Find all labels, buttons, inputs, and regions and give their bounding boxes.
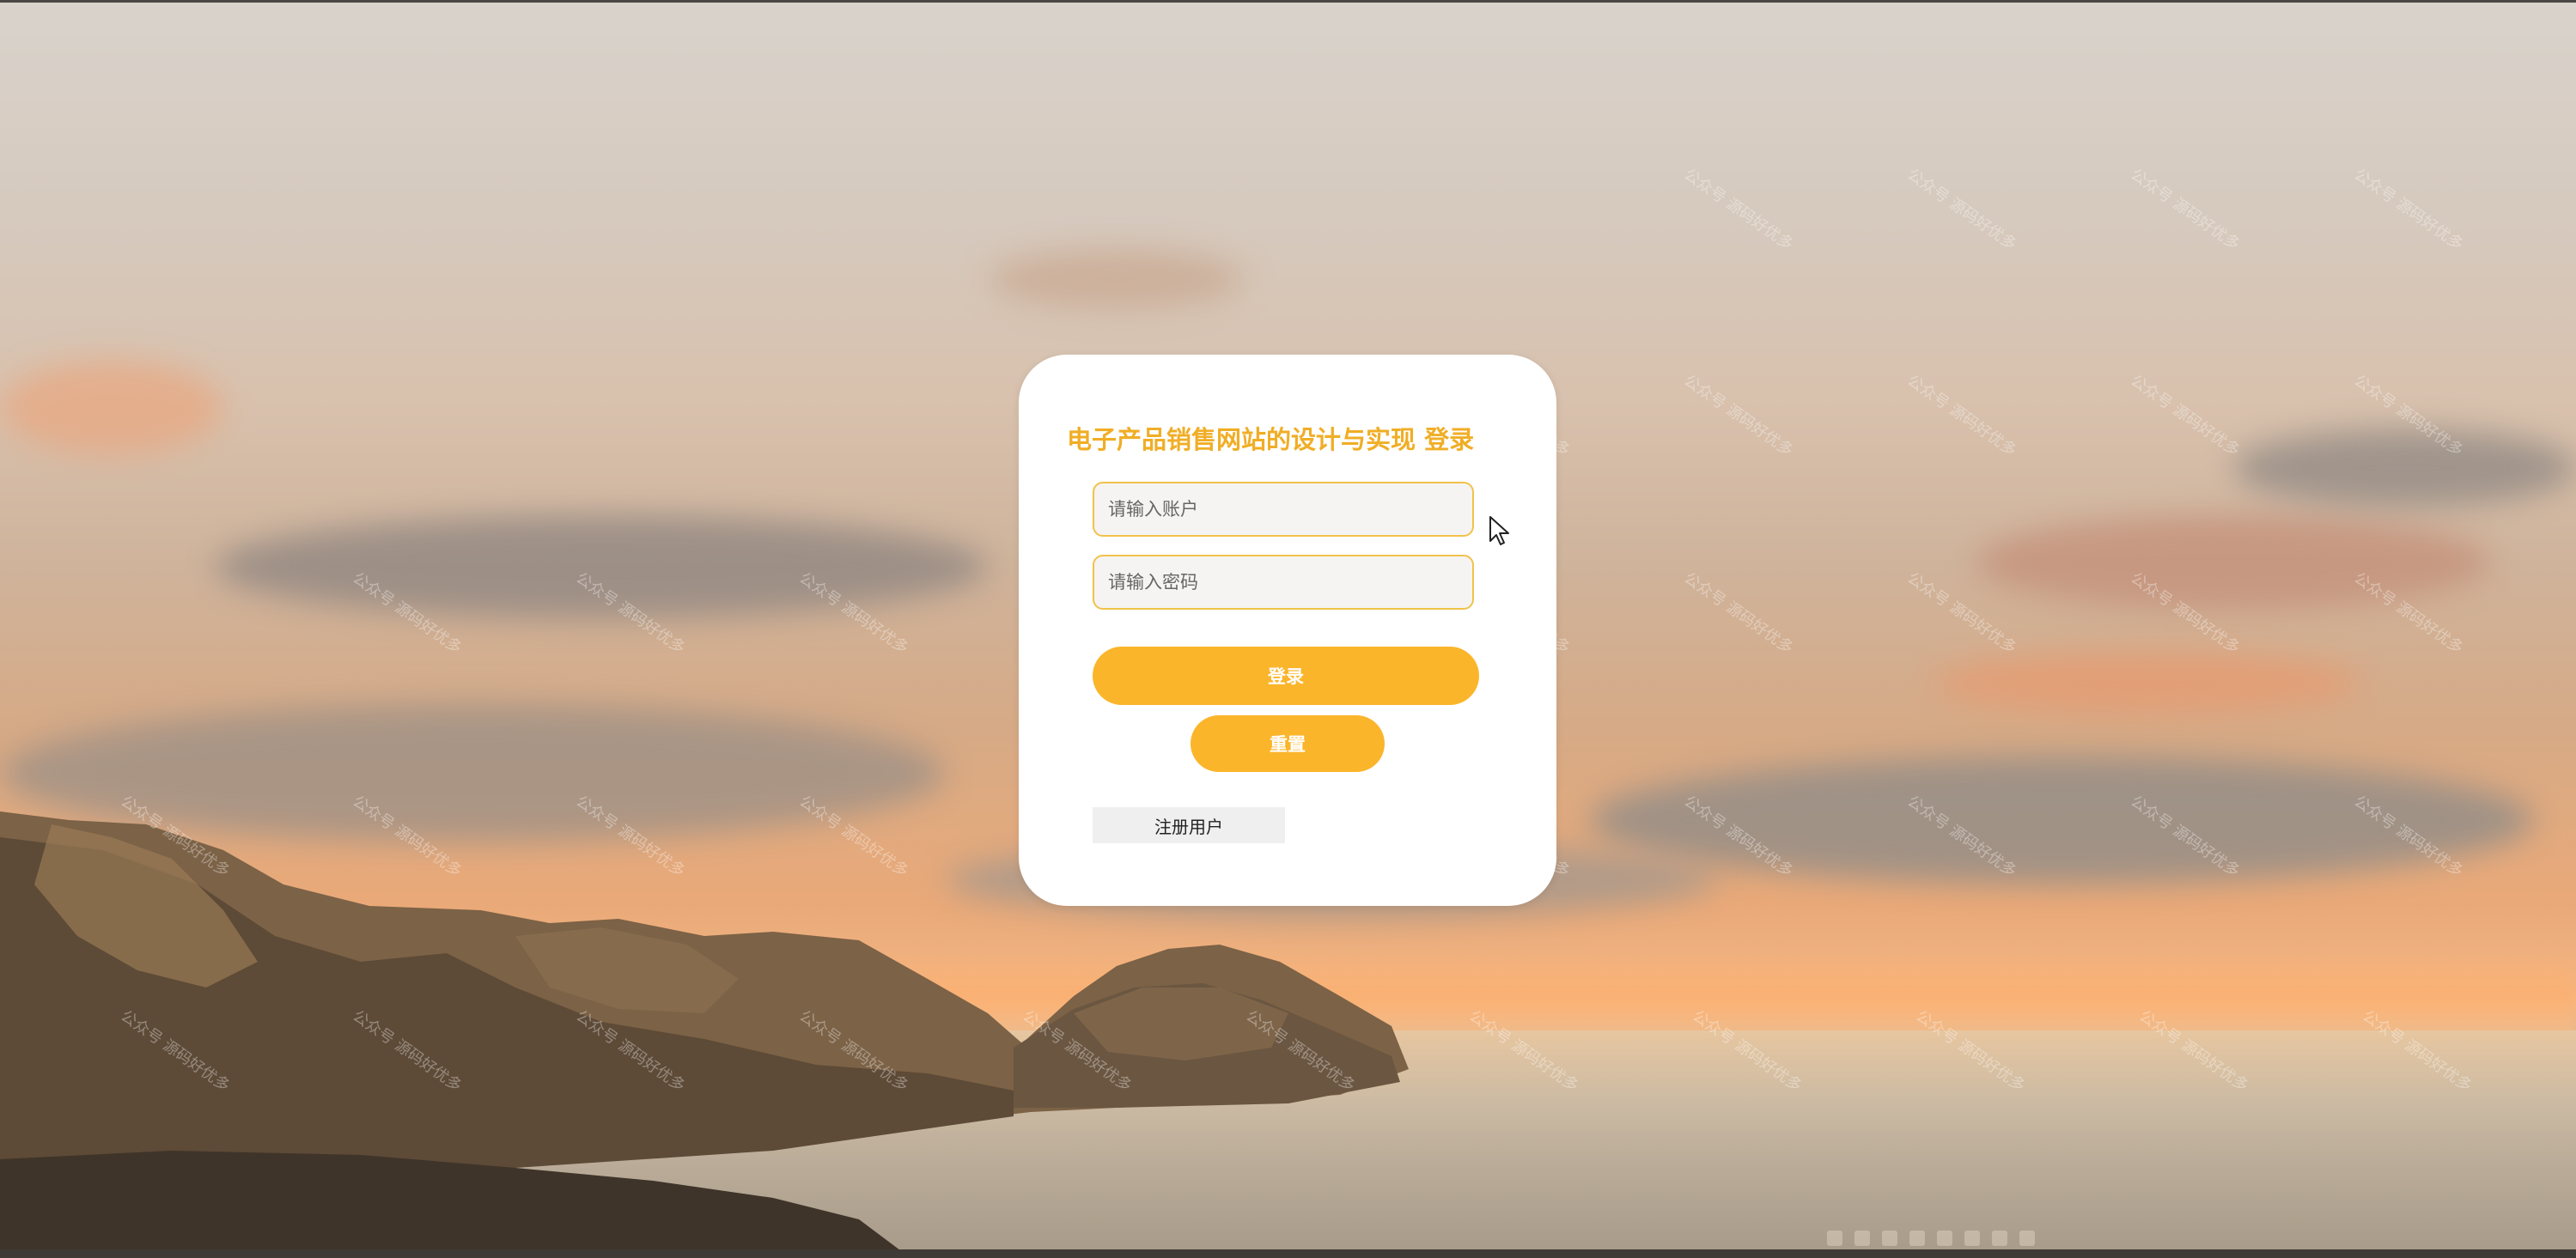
register-button[interactable]: 注册用户 [1093, 807, 1285, 843]
account-input[interactable] [1093, 482, 1474, 537]
tray-icon [1882, 1231, 1897, 1246]
login-button[interactable]: 登录 [1093, 647, 1479, 705]
system-tray [1827, 1227, 2035, 1249]
page-title: 电子产品销售网站的设计与实现 登录 [1067, 425, 1475, 454]
tray-icon [1964, 1231, 1980, 1246]
tray-icon [2019, 1231, 2035, 1246]
reset-button[interactable]: 重置 [1191, 715, 1385, 772]
login-page: 公众号 源码好优多 公众号 源码好优多 公众号 源码好优多 公众号 源码好优多 … [0, 0, 2576, 1258]
tray-icon [1937, 1231, 1952, 1246]
taskbar-strip [0, 1249, 2576, 1258]
password-input[interactable] [1093, 555, 1474, 610]
mouse-pointer-icon [1489, 516, 1509, 545]
tray-icon [1827, 1231, 1842, 1246]
tray-icon [1992, 1231, 2007, 1246]
login-card: 电子产品销售网站的设计与实现 登录 登录 重置 注册用户 [1019, 355, 1556, 906]
tray-icon [1854, 1231, 1870, 1246]
tray-icon [1909, 1231, 1925, 1246]
